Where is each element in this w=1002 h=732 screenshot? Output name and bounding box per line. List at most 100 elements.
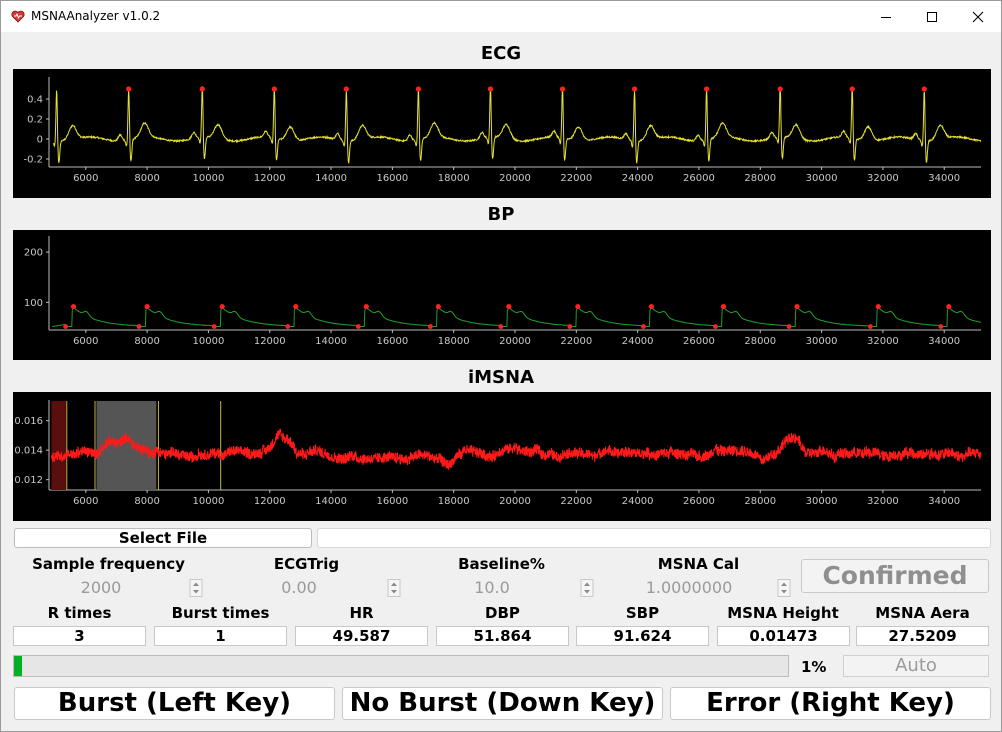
x-tick-label: 34000 [928, 336, 960, 347]
msna-height-value: 0.01473 [717, 626, 850, 646]
x-tick-label: 16000 [376, 496, 408, 507]
dbp-marker [786, 324, 792, 329]
x-tick-label: 16000 [376, 336, 408, 347]
msna-aera-label: MSNA Aera [875, 604, 970, 622]
x-tick-label: 30000 [806, 496, 838, 507]
dbp-marker [498, 324, 504, 329]
dbp-marker [427, 324, 433, 329]
x-tick-label: 22000 [560, 173, 592, 184]
auto-button[interactable]: Auto [843, 655, 989, 677]
x-tick-label: 14000 [315, 496, 347, 507]
error-button[interactable]: Error (Right Key) [670, 687, 991, 720]
confirmed-button[interactable]: Confirmed [801, 559, 989, 593]
sbp-marker [506, 303, 512, 310]
x-tick-label: 18000 [438, 496, 470, 507]
x-tick-label: 24000 [622, 173, 654, 184]
dbp-marker [938, 324, 944, 329]
ecgtrig-value: 0.00 [281, 578, 317, 597]
x-tick-label: 14000 [315, 173, 347, 184]
y-tick-label: 100 [24, 298, 43, 309]
r-peak-marker [631, 86, 638, 92]
x-tick-label: 26000 [683, 336, 715, 347]
spin-arrows-icon [777, 579, 791, 597]
sbp-marker [875, 303, 881, 310]
x-tick-label: 24000 [622, 496, 654, 507]
x-tick-label: 28000 [744, 496, 776, 507]
ecg-plot[interactable]: 0.4 0.2 0 -0.2 6000 8000 10000 12000 14000 16000 1… [13, 69, 991, 198]
y-tick-label: 0 [37, 135, 43, 146]
r-peak-marker [199, 86, 205, 92]
dbp-marker [867, 324, 873, 329]
imsna-series-line [51, 428, 982, 470]
imsna-plot-title: iMSNA [467, 367, 535, 388]
dbp-marker [136, 324, 142, 329]
x-tick-label: 6000 [73, 336, 98, 347]
x-tick-label: 14000 [315, 336, 347, 347]
x-tick-label: 12000 [254, 336, 286, 347]
x-tick-label: 32000 [867, 336, 899, 347]
sbp-marker [648, 303, 655, 310]
sbp-label: SBP [625, 604, 660, 622]
x-tick-label: 22000 [560, 496, 592, 507]
r-peak-marker [126, 86, 132, 92]
x-tick-label: 8000 [134, 173, 159, 184]
x-tick-label: 16000 [376, 173, 408, 184]
dbp-value: 51.864 [436, 626, 569, 646]
dbp-marker [641, 324, 646, 329]
y-tick-label: 0.014 [14, 446, 43, 457]
x-tick-label: 34000 [928, 173, 960, 184]
sbp-marker [363, 303, 369, 310]
select-file-button[interactable]: Select File [14, 528, 312, 548]
ecgtrig-label: ECGTrig [273, 555, 340, 573]
spin-arrows-icon [189, 579, 203, 597]
spin-arrows-icon [580, 579, 594, 597]
r-times-value: 3 [13, 626, 146, 646]
title-bar: MSNAAnalyzer v1.0.2 [1, 1, 1001, 32]
r-peak-marker [559, 86, 566, 92]
sample-frequency-spinbox[interactable]: 2000 [13, 578, 203, 598]
x-tick-label: 34000 [928, 496, 960, 507]
x-tick-label: 8000 [134, 496, 159, 507]
x-tick-label: 28000 [744, 336, 776, 347]
window-title: MSNAAnalyzer v1.0.2 [31, 9, 161, 23]
burst-times-label: Burst times [171, 604, 270, 622]
maximize-button[interactable] [909, 1, 955, 32]
r-peak-marker [704, 86, 710, 92]
sample-frequency-label: Sample frequency [32, 555, 185, 573]
sample-frequency-value: 2000 [80, 578, 122, 597]
msna-height-label: MSNA Height [727, 604, 839, 622]
ecgtrig-spinbox[interactable]: 0.00 [211, 578, 401, 598]
baseline-value: 10.0 [474, 578, 510, 597]
dbp-marker [355, 324, 361, 329]
dbp-marker [713, 324, 718, 329]
x-tick-label: 10000 [193, 336, 225, 347]
close-icon [972, 11, 984, 22]
r-peak-marker [487, 86, 494, 92]
y-tick-label: -0.2 [23, 155, 43, 166]
x-tick-label: 22000 [560, 336, 592, 347]
spin-arrows-icon [387, 579, 401, 597]
x-tick-label: 24000 [622, 336, 654, 347]
r-peak-marker [849, 86, 855, 92]
baseline-spinbox[interactable]: 10.0 [404, 578, 594, 598]
bp-plot[interactable]: 200 100 6000 8000 10000 12000 14000 16000 18000 2… [13, 230, 991, 360]
minimize-icon [881, 16, 891, 18]
ecg-chart: 0.4 0.2 0 -0.2 6000 8000 10000 12000 14000 16000 1… [23, 77, 982, 184]
progress-percent: 1% [801, 658, 827, 676]
burst-button[interactable]: Burst (Left Key) [14, 687, 335, 720]
close-button[interactable] [955, 1, 1001, 32]
y-tick-label: 0.2 [27, 115, 43, 126]
r-peak-marker [921, 86, 927, 92]
msna-cal-spinbox[interactable]: 1.0000000 [601, 578, 791, 598]
minimize-button[interactable] [863, 1, 909, 32]
imsna-chart: 0.016 0.014 0.012 6000 8000 10000 12000 14000 16… [14, 400, 982, 507]
x-tick-label: 6000 [73, 496, 98, 507]
x-tick-label: 12000 [254, 173, 286, 184]
sbp-marker [720, 303, 727, 310]
no-burst-button[interactable]: No Burst (Down Key) [342, 687, 663, 720]
dbp-marker [567, 324, 573, 329]
x-tick-label: 32000 [867, 173, 899, 184]
y-tick-label: 0.4 [27, 95, 43, 106]
app-heart-icon [11, 10, 25, 23]
imsna-plot[interactable]: 0.016 0.014 0.012 6000 8000 10000 12000 14000 16… [13, 392, 991, 521]
